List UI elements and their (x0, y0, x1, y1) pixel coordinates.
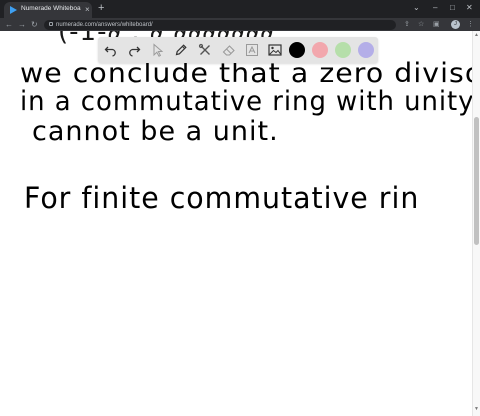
tab-close-button[interactable]: × (85, 4, 90, 15)
color-swatch-green[interactable] (335, 42, 351, 58)
extensions-icon[interactable]: ▣ (433, 18, 440, 31)
eraser-icon[interactable] (220, 41, 238, 59)
menu-kebab-icon[interactable]: ⋮ (467, 18, 474, 31)
share-icon[interactable]: ⇪ (404, 18, 410, 31)
maximize-button[interactable]: □ (450, 2, 455, 14)
color-swatch-black[interactable] (289, 42, 305, 58)
whiteboard-canvas[interactable]: (-1-∂ , ∂ ∂∂∂∂∂∂∂ we conclude that a zer… (0, 31, 480, 416)
pen-icon[interactable] (172, 41, 190, 59)
forward-button[interactable]: → (18, 18, 26, 31)
tab-strip: Numerade Whiteboard × + ⌄ – □ ✕ (0, 0, 480, 18)
redo-icon[interactable] (125, 41, 143, 59)
profile-avatar[interactable]: J (451, 20, 460, 29)
browser-toolbar: ← → ↻ numerade.com/answers/whiteboard/ ⇪… (0, 18, 480, 31)
whiteboard-toolbar (98, 37, 378, 63)
address-bar[interactable]: numerade.com/answers/whiteboard/ (44, 20, 396, 30)
select-icon[interactable] (149, 41, 167, 59)
minimize-button[interactable]: – (433, 2, 437, 14)
close-window-button[interactable]: ✕ (466, 2, 473, 14)
tab-title: Numerade Whiteboard (21, 5, 81, 12)
scroll-down-icon[interactable]: ▼ (474, 406, 479, 412)
tab-search-icon[interactable]: ⌄ (413, 2, 420, 14)
image-icon[interactable] (266, 41, 284, 59)
color-swatch-red[interactable] (312, 42, 328, 58)
lock-icon (49, 22, 53, 26)
text-icon[interactable] (243, 41, 261, 59)
bookmark-star-icon[interactable]: ☆ (418, 18, 424, 31)
url-text: numerade.com/answers/whiteboard/ (56, 22, 153, 28)
new-tab-button[interactable]: + (98, 3, 104, 14)
tools-icon[interactable] (196, 41, 214, 59)
scrollbar-thumb[interactable] (474, 117, 479, 245)
handwritten-line-3: cannot be a unit. (32, 116, 279, 147)
browser-window: Numerade Whiteboard × + ⌄ – □ ✕ ← → ↻ nu… (0, 0, 480, 416)
handwritten-line-2: in a commutative ring with unity (20, 86, 475, 117)
reload-button[interactable]: ↻ (31, 18, 38, 31)
undo-icon[interactable] (102, 41, 120, 59)
tab-numerade-whiteboard[interactable]: Numerade Whiteboard × (4, 2, 92, 18)
handwritten-line-4: For finite commutative rin (24, 181, 420, 215)
vertical-scrollbar[interactable]: ▲ ▼ (472, 31, 480, 416)
numerade-favicon-icon (10, 6, 17, 14)
scroll-up-icon[interactable]: ▲ (474, 32, 479, 38)
color-swatch-purple[interactable] (358, 42, 374, 58)
back-button[interactable]: ← (5, 18, 13, 31)
